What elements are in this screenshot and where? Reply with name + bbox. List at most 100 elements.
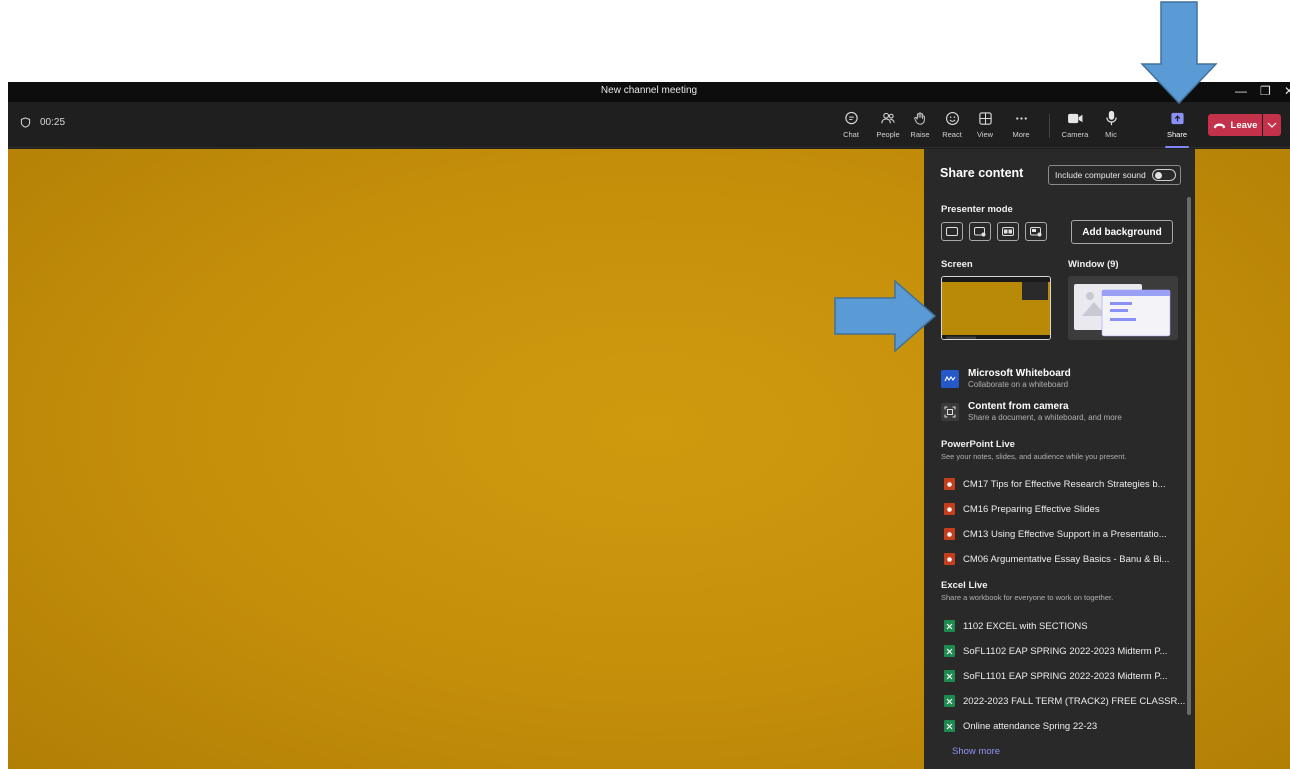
powerpoint-live-heading: PowerPoint Live bbox=[941, 439, 1015, 450]
file-name: Online attendance Spring 22-23 bbox=[963, 720, 1098, 732]
leave-options-button[interactable] bbox=[1263, 114, 1281, 136]
panel-scrollbar[interactable] bbox=[1187, 197, 1191, 715]
view-button[interactable]: View bbox=[967, 108, 1003, 144]
screen-preview-image bbox=[942, 277, 1050, 339]
microsoft-whiteboard-option[interactable]: Microsoft Whiteboard Collaborate on a wh… bbox=[941, 368, 1071, 389]
mic-icon bbox=[1105, 110, 1117, 126]
show-more-link[interactable]: Show more bbox=[952, 746, 1000, 757]
powerpoint-file-item[interactable]: CM16 Preparing Effective Slides bbox=[944, 503, 1100, 515]
window-preview-image bbox=[1068, 276, 1178, 340]
more-label: More bbox=[1012, 130, 1030, 139]
add-background-button[interactable]: Add background bbox=[1071, 220, 1173, 244]
window-share-thumbnail[interactable] bbox=[1068, 276, 1178, 340]
content-from-camera-option[interactable]: Content from camera Share a document, a … bbox=[941, 401, 1122, 422]
phone-hangup-icon bbox=[1213, 122, 1225, 128]
excel-file-icon bbox=[944, 645, 955, 657]
window-title: New channel meeting bbox=[600, 85, 698, 96]
share-icon bbox=[1170, 112, 1184, 124]
include-sound-label: Include computer sound bbox=[1055, 170, 1146, 180]
presenter-mode-side-by-side[interactable] bbox=[997, 222, 1019, 241]
mic-button[interactable]: Mic bbox=[1093, 108, 1129, 144]
side-by-side-icon bbox=[1002, 227, 1014, 236]
grid-icon bbox=[978, 111, 992, 125]
right-arrow-annotation-icon bbox=[834, 279, 937, 353]
powerpoint-live-subtitle: See your notes, slides, and audience whi… bbox=[941, 452, 1127, 461]
window-heading: Window (9) bbox=[1068, 259, 1119, 270]
standout-icon bbox=[974, 226, 986, 236]
powerpoint-file-icon bbox=[944, 503, 955, 515]
raise-hand-icon bbox=[914, 111, 925, 125]
view-label: View bbox=[976, 130, 994, 139]
camera-label: Camera bbox=[1061, 130, 1089, 139]
leave-button[interactable]: Leave bbox=[1208, 114, 1262, 136]
close-button[interactable]: ✕ bbox=[1284, 84, 1290, 98]
file-name: CM17 Tips for Effective Research Strateg… bbox=[963, 478, 1166, 490]
powerpoint-file-item[interactable]: CM13 Using Effective Support in a Presen… bbox=[944, 528, 1167, 540]
presenter-mode-content-only[interactable] bbox=[941, 222, 963, 241]
excel-file-item[interactable]: SoFL1101 EAP SPRING 2022-2023 Midterm P.… bbox=[944, 670, 1167, 682]
more-icon bbox=[1015, 116, 1027, 120]
presenter-mode-standout[interactable] bbox=[969, 222, 991, 241]
raise-hand-button[interactable]: Raise bbox=[902, 108, 938, 144]
powerpoint-file-icon bbox=[944, 528, 955, 540]
document-camera-icon bbox=[941, 402, 959, 421]
presenter-mode-reporter[interactable] bbox=[1025, 222, 1047, 241]
leave-label: Leave bbox=[1230, 119, 1258, 131]
minimize-button[interactable]: — bbox=[1235, 84, 1247, 98]
powerpoint-file-icon bbox=[944, 478, 955, 490]
share-content-panel: Share content Include computer sound Pre… bbox=[924, 149, 1195, 769]
screenshot-stage: New channel meeting — ❐ ✕ 00:25 Chat Peo… bbox=[0, 0, 1290, 769]
file-name: SoFL1101 EAP SPRING 2022-2023 Midterm P.… bbox=[963, 670, 1168, 682]
share-label: Share bbox=[1166, 130, 1187, 139]
excel-file-item[interactable]: 2022-2023 FALL TERM (TRACK2) FREE CLASSR… bbox=[944, 695, 1185, 707]
maximize-button[interactable]: ❐ bbox=[1260, 84, 1271, 98]
excel-file-icon bbox=[944, 695, 955, 707]
camera-icon bbox=[1067, 113, 1082, 123]
people-label: People bbox=[876, 130, 900, 139]
down-arrow-annotation-icon bbox=[1140, 1, 1218, 105]
file-name: CM06 Argumentative Essay Basics - Banu &… bbox=[963, 553, 1170, 565]
excel-file-item[interactable]: SoFL1102 EAP SPRING 2022-2023 Midterm P.… bbox=[944, 645, 1167, 657]
camera-button[interactable]: Camera bbox=[1057, 108, 1093, 144]
mic-label: Mic bbox=[1105, 130, 1117, 139]
smile-icon bbox=[945, 111, 959, 125]
excel-file-icon bbox=[944, 720, 955, 732]
whiteboard-icon bbox=[941, 369, 959, 388]
toolbar-divider bbox=[1049, 114, 1050, 138]
excel-file-item[interactable]: Online attendance Spring 22-23 bbox=[944, 720, 1097, 732]
more-button[interactable]: More bbox=[1003, 108, 1039, 144]
file-name: CM13 Using Effective Support in a Presen… bbox=[963, 528, 1167, 540]
powerpoint-file-item[interactable]: CM06 Argumentative Essay Basics - Banu &… bbox=[944, 553, 1169, 565]
share-panel-title: Share content bbox=[940, 166, 1024, 180]
react-button[interactable]: React bbox=[934, 108, 970, 144]
raise-label: Raise bbox=[910, 130, 930, 139]
chat-button[interactable]: Chat bbox=[833, 108, 869, 144]
reporter-icon bbox=[1030, 226, 1042, 236]
file-name: 2022-2023 FALL TERM (TRACK2) FREE CLASSR… bbox=[963, 695, 1186, 707]
powerpoint-file-item[interactable]: CM17 Tips for Effective Research Strateg… bbox=[944, 478, 1166, 490]
timer-text: 00:25 bbox=[40, 117, 66, 128]
people-button[interactable]: People bbox=[870, 108, 906, 144]
title-bar: New channel meeting — ❐ ✕ bbox=[8, 82, 1290, 102]
content-only-icon bbox=[946, 227, 958, 236]
chevron-down-icon bbox=[1267, 122, 1277, 128]
shield-icon bbox=[20, 117, 31, 128]
excel-file-icon bbox=[944, 620, 955, 632]
file-name: SoFL1102 EAP SPRING 2022-2023 Midterm P.… bbox=[963, 645, 1168, 657]
powerpoint-file-icon bbox=[944, 553, 955, 565]
react-label: React bbox=[942, 130, 962, 139]
include-sound-toggle[interactable]: Include computer sound bbox=[1048, 165, 1181, 185]
file-name: CM16 Preparing Effective Slides bbox=[963, 503, 1100, 515]
camera-content-title: Content from camera bbox=[968, 401, 1069, 412]
people-icon bbox=[881, 112, 895, 123]
excel-file-item[interactable]: 1102 EXCEL with SECTIONS bbox=[944, 620, 1088, 632]
meeting-toolbar: 00:25 Chat People Raise React View More … bbox=[8, 102, 1290, 148]
meeting-timer: 00:25 bbox=[20, 117, 65, 128]
screen-share-thumbnail[interactable] bbox=[941, 276, 1051, 340]
chat-label: Chat bbox=[843, 130, 859, 139]
file-name: 1102 EXCEL with SECTIONS bbox=[963, 620, 1088, 632]
toggle-switch[interactable] bbox=[1152, 169, 1176, 181]
share-button[interactable]: Share bbox=[1159, 108, 1195, 148]
screen-heading: Screen bbox=[941, 259, 973, 270]
excel-live-heading: Excel Live bbox=[941, 580, 988, 591]
